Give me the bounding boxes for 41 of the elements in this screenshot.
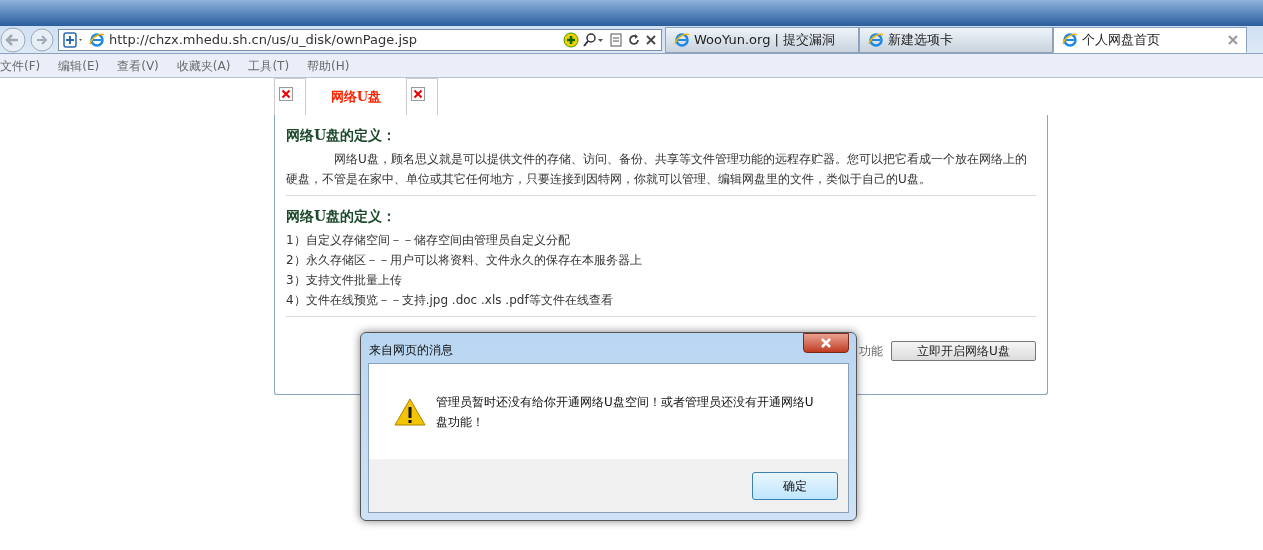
url-text: http://chzx.mhedu.sh.cn/us/u_disk/ownPage.jsp: [109, 30, 419, 49]
section-heading: 网络U盘的定义：: [286, 207, 398, 226]
page-tab[interactable]: 网络U盘: [306, 78, 406, 115]
description-paragraph: 网络U盘，顾名思义就是可以提供文件的存储、访问、备份、共享等文件管理功能的远程存贮器。您可以把它看成一个放在网络上的硬盘，不管是在家中、单位或其它任何地方，只要连接到因特网，你就可以管理、编辑网盘里的文件，类似于自己的U盘。: [286, 151, 1028, 188]
close-tab-icon[interactable]: [1228, 35, 1238, 45]
close-icon: [820, 338, 832, 348]
ok-button[interactable]: 确定: [752, 471, 838, 500]
add-icon[interactable]: [563, 31, 579, 48]
feature-item: 1）自定义存储空间－－储存空间由管理员自定义分配: [286, 232, 571, 249]
browser-tab[interactable]: 个人网盘首页: [1053, 27, 1247, 53]
menu-item[interactable]: 工具(T): [248, 56, 290, 75]
menu-item[interactable]: 查看(V): [117, 56, 159, 75]
shield-icon[interactable]: [63, 31, 85, 48]
feature-item: 3）支持文件批量上传: [286, 272, 403, 289]
refresh-icon[interactable]: [627, 32, 641, 47]
browser-logo-icon: [868, 32, 884, 48]
menu-item[interactable]: 帮助(H): [307, 56, 350, 75]
address-bar[interactable]: http://chzx.mhedu.sh.cn/us/u_disk/ownPage.jsp: [58, 28, 662, 51]
broken-image-icon: [279, 87, 293, 101]
menu-item[interactable]: 收藏夹(A): [176, 56, 231, 75]
dialog-message: 管理员暂时还没有给你开通网络U盘空间！或者管理员还没有开通网络U盘功能！: [436, 393, 815, 431]
partial-text: 功能: [859, 343, 883, 360]
section-heading: 网络U盘的定义：: [286, 126, 398, 145]
browser-tab[interactable]: WooYun.org | 提交漏洞: [665, 27, 859, 53]
warning-icon: [394, 397, 426, 426]
browser-logo-icon: [674, 32, 690, 48]
menu-item[interactable]: 编辑(E): [58, 56, 100, 75]
close-icon[interactable]: [645, 33, 657, 46]
browser-tab[interactable]: 新建选项卡: [859, 27, 1053, 53]
image-tab[interactable]: [406, 78, 438, 115]
broken-image-icon: [411, 87, 425, 101]
menu-item[interactable]: 文件(F): [0, 56, 41, 75]
close-button[interactable]: [803, 333, 849, 353]
image-tab[interactable]: [274, 78, 306, 115]
search-icon[interactable]: [583, 31, 605, 48]
enable-udisk-button[interactable]: 立即开启网络U盘: [891, 341, 1036, 361]
feature-item: 4）文件在线预览－－支持.jpg .doc .xls .pdf等文件在线查看: [286, 292, 614, 309]
dialog-title: 来自网页的消息: [368, 342, 453, 359]
browser-logo-icon: [89, 31, 105, 48]
feature-item: 2）永久存储区－－用户可以将资料、文件永久的保存在本服务器上: [286, 252, 643, 269]
browser-logo-icon: [1062, 32, 1078, 48]
